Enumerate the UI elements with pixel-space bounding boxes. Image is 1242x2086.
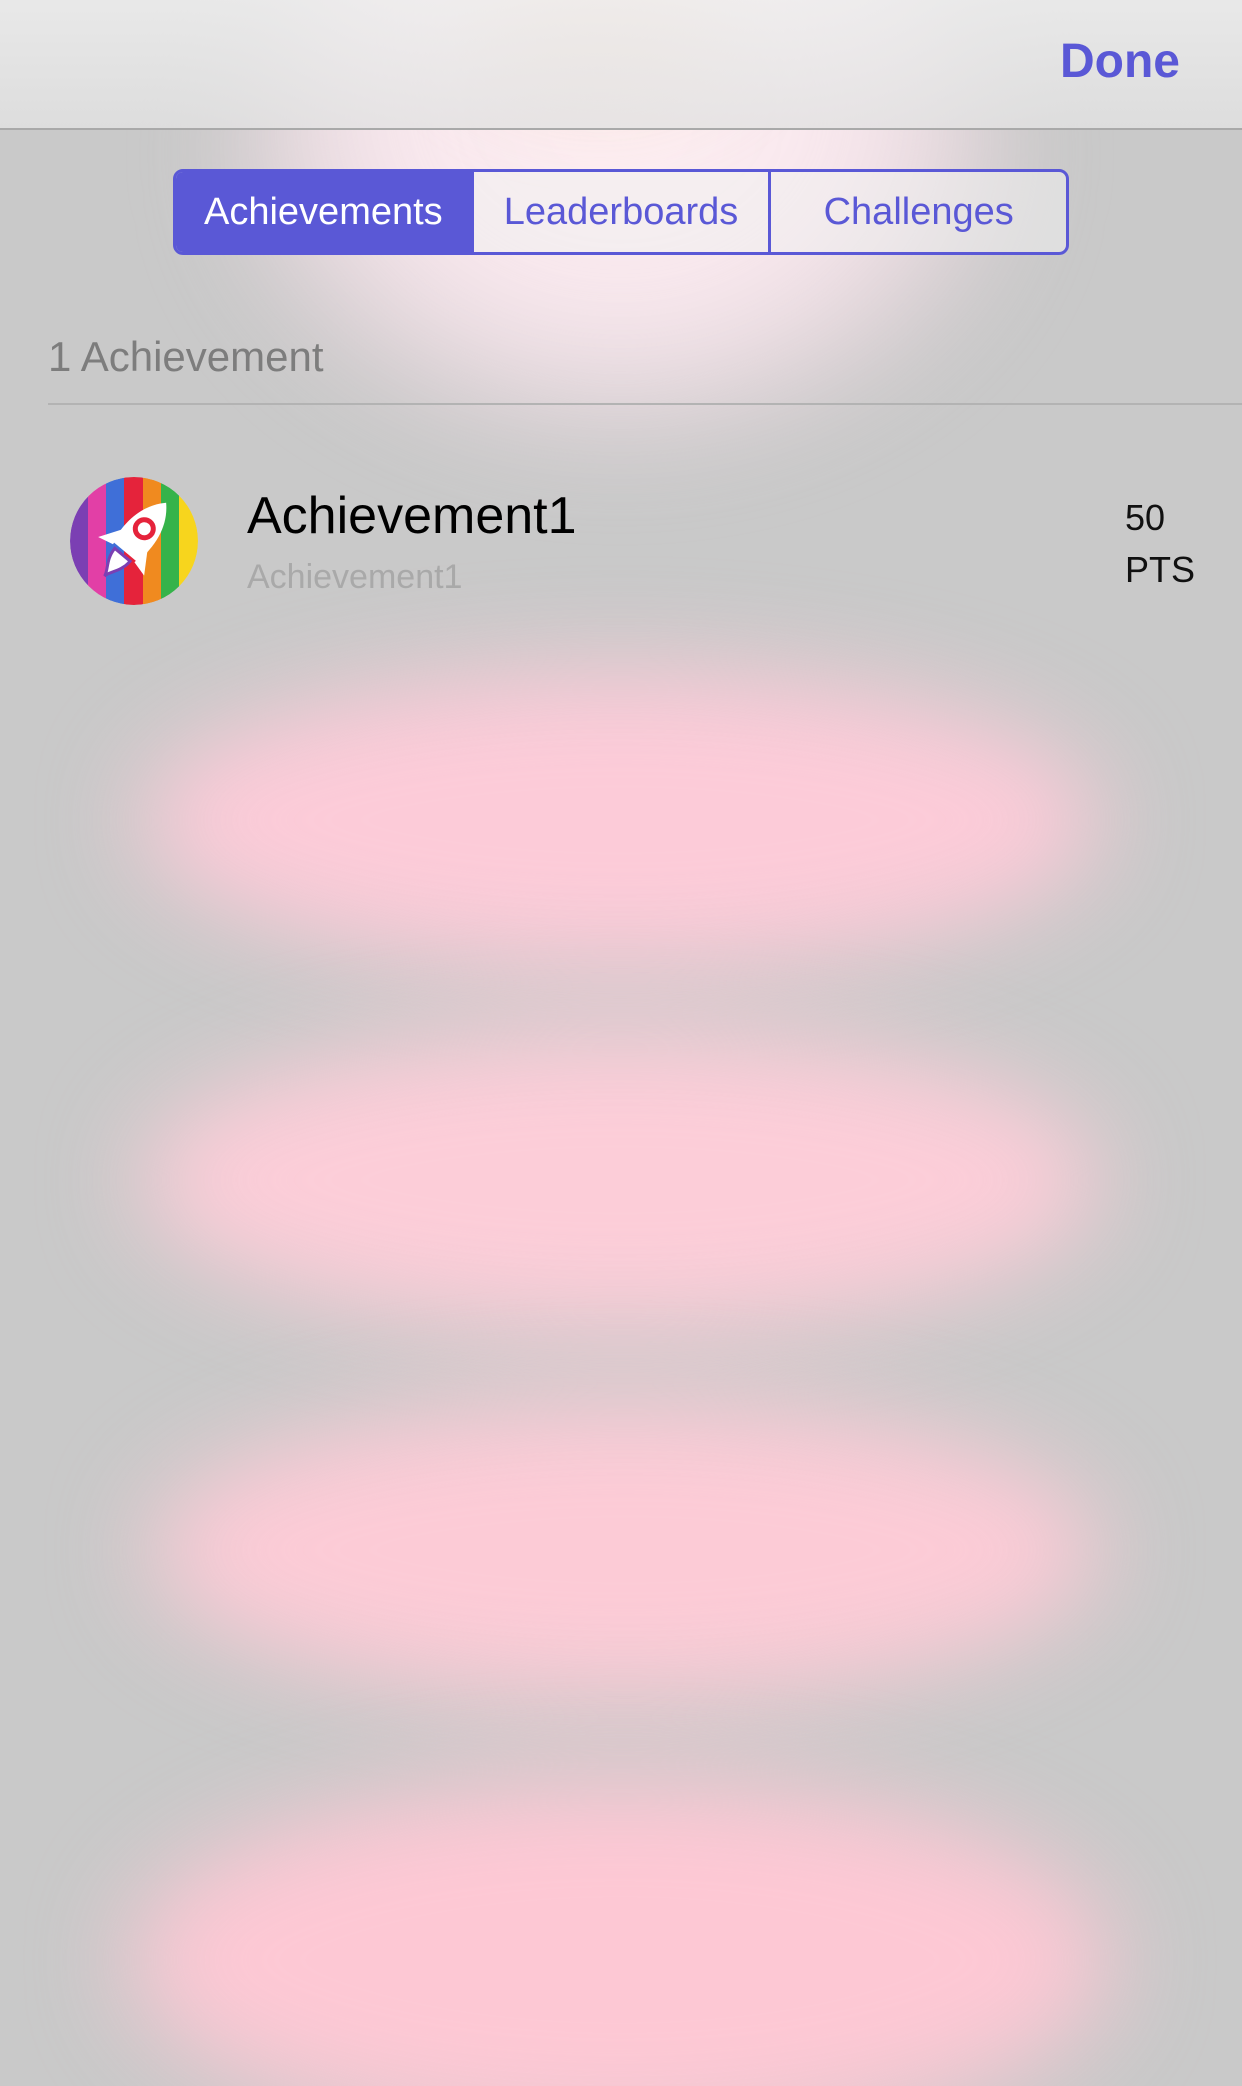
section-header: 1 Achievement <box>48 333 324 380</box>
rocket-icon <box>70 477 198 605</box>
done-button[interactable]: Done <box>1060 34 1180 89</box>
achievement-title: Achievement1 <box>247 487 577 545</box>
section-divider <box>48 403 1242 405</box>
tab-achievements[interactable]: Achievements <box>176 172 471 252</box>
achievement-points: 50 PTS <box>1125 492 1195 596</box>
background-blob <box>140 670 1100 970</box>
blurred-background <box>0 0 1242 2086</box>
achievement-row[interactable]: Achievement1 Achievement1 50 PTS <box>0 440 1242 640</box>
achievement-description: Achievement1 <box>247 558 463 596</box>
navigation-bar: Done <box>0 0 1242 130</box>
tab-challenges[interactable]: Challenges <box>768 172 1066 252</box>
background-blob <box>150 1400 1100 1700</box>
segmented-control: Achievements Leaderboards Challenges <box>173 169 1069 255</box>
background-blob <box>140 1030 1100 1330</box>
points-unit: PTS <box>1125 549 1196 590</box>
tab-leaderboards[interactable]: Leaderboards <box>470 172 769 252</box>
background-blob <box>130 1780 1110 2086</box>
points-value: 50 <box>1125 497 1166 538</box>
